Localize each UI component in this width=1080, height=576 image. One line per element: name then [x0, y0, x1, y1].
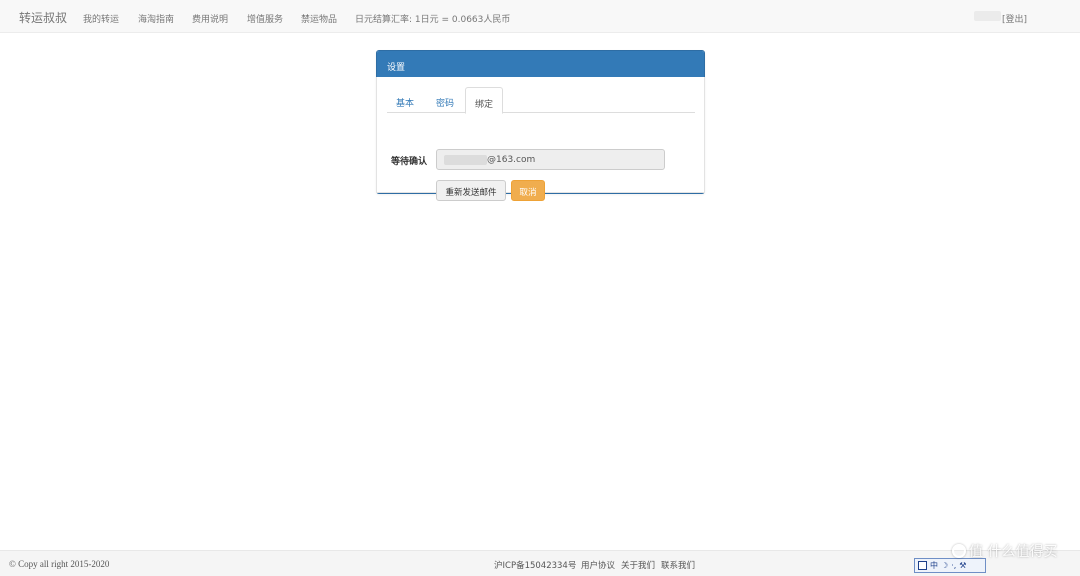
- brand-logo[interactable]: 转运叔叔: [19, 9, 67, 26]
- nav-prohibited-items[interactable]: 禁运物品: [301, 12, 337, 25]
- exchange-rate-text: 日元结算汇率: 1日元 = 0.0663人民币: [355, 15, 511, 25]
- watermark-logo-icon: [952, 544, 966, 558]
- ime-logo-icon[interactable]: [918, 561, 927, 570]
- tab-binding[interactable]: 绑定: [465, 87, 503, 114]
- logout-link[interactable]: [登出]: [1002, 12, 1027, 25]
- watermark: 值 什么值得买: [952, 541, 1057, 561]
- nav-value-added-services[interactable]: 增值服务: [247, 12, 283, 25]
- moon-icon[interactable]: ☽: [941, 561, 948, 570]
- resend-email-button[interactable]: 重新发送邮件: [436, 180, 506, 201]
- settings-tabs: 基本 密码 绑定: [387, 87, 695, 114]
- username-redacted: [974, 11, 1001, 21]
- tab-password[interactable]: 密码: [436, 87, 454, 113]
- nav-fee-description[interactable]: 费用说明: [192, 12, 228, 25]
- top-navbar: 转运叔叔 我的转运 海淘指南 费用说明 增值服务 禁运物品 日元结算汇率: 1日…: [0, 0, 1080, 33]
- ime-mode-indicator[interactable]: 中: [930, 561, 938, 570]
- icp-license-link[interactable]: 沪ICP备15042334号: [494, 559, 576, 571]
- nav-my-transfer[interactable]: 我的转运: [83, 12, 119, 25]
- settings-panel: 设置 基本 密码 绑定 等待确认 @163.com 重新发送邮件 取消: [376, 50, 705, 201]
- contact-us-link[interactable]: 联系我们: [661, 559, 695, 571]
- user-agreement-link[interactable]: 用户协议: [581, 559, 615, 571]
- copyright-text: © Copy all right 2015-2020: [9, 559, 110, 569]
- watermark-text: 值 什么值得买: [969, 544, 1058, 560]
- tab-basic[interactable]: 基本: [396, 87, 414, 113]
- wrench-icon[interactable]: ⚒: [959, 561, 966, 570]
- panel-body: 基本 密码 绑定 等待确认 @163.com 重新发送邮件 取消: [376, 77, 705, 201]
- panel-title: 设置: [377, 51, 704, 77]
- punctuation-icon[interactable]: ·,: [951, 561, 956, 570]
- nav-shopping-guide[interactable]: 海淘指南: [138, 12, 174, 25]
- pending-confirmation-label: 等待确认: [391, 157, 428, 167]
- email-value: @163.com: [487, 155, 536, 165]
- email-field[interactable]: @163.com: [436, 149, 665, 170]
- cancel-button[interactable]: 取消: [511, 180, 545, 201]
- about-us-link[interactable]: 关于我们: [621, 559, 655, 571]
- email-redacted: [444, 155, 487, 165]
